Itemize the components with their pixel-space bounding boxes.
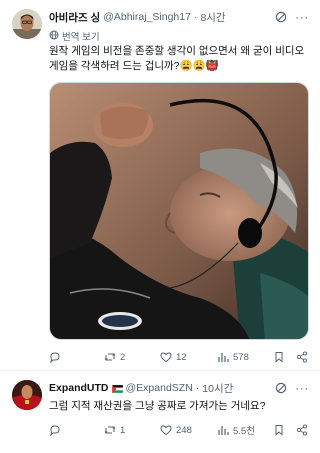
retweet-icon xyxy=(104,353,116,361)
timestamp[interactable]: 10시간 xyxy=(202,381,233,396)
tweet-text: 그럼 지적 재산권을 그냥 공짜로 가져가는 거네요? xyxy=(49,399,309,414)
tweet-image[interactable] xyxy=(49,82,309,340)
display-name[interactable]: ExpandUTD xyxy=(49,382,109,394)
views-button[interactable]: 578 xyxy=(217,350,249,364)
bookmark-button[interactable] xyxy=(273,423,285,437)
tweet-text-line: 원작 게임의 비전을 존중할 생각이 없으면서 왜 굳이 비디오 xyxy=(49,45,305,57)
retweet-button[interactable]: 1 xyxy=(104,423,125,437)
time-separator: · xyxy=(193,11,198,23)
more-icon[interactable]: ··· xyxy=(295,10,309,24)
avatar[interactable] xyxy=(12,380,42,410)
retweet-icon xyxy=(104,426,116,434)
like-button[interactable]: 12 xyxy=(160,350,187,364)
flag-icon xyxy=(111,384,123,394)
reply-icon xyxy=(50,425,60,436)
time-separator: · xyxy=(195,382,200,394)
more-icon[interactable]: ··· xyxy=(295,381,309,395)
like-count: 12 xyxy=(176,351,187,363)
handle[interactable]: @Abhiraj_Singh17 xyxy=(103,11,191,23)
tweet-actions: 2 12 578 xyxy=(49,350,310,364)
tweet-header: ExpandUTD @ExpandSZN · 10시간 xyxy=(49,381,233,395)
grok-icon[interactable] xyxy=(274,381,288,395)
views-icon xyxy=(218,353,229,362)
reply-button[interactable] xyxy=(49,350,65,364)
share-button[interactable] xyxy=(296,423,308,437)
view-count: 5.5천 xyxy=(233,426,255,437)
tweet-header: 아비라즈 싱 @Abhiraj_Singh17 · 8시간 xyxy=(49,10,226,24)
views-icon xyxy=(218,426,229,435)
tweet-text: 원작 게임의 비전을 존중할 생각이 없으면서 왜 굳이 비디오 게임을 각색하… xyxy=(49,44,309,74)
share-button[interactable] xyxy=(296,350,308,364)
timestamp[interactable]: 8시간 xyxy=(200,10,225,25)
translate-label: 번역 보기 xyxy=(62,32,100,43)
reply-button[interactable] xyxy=(49,423,65,437)
bookmark-icon xyxy=(275,352,283,363)
grok-icon[interactable] xyxy=(274,10,288,24)
translate-link[interactable]: 번역 보기 xyxy=(49,29,100,43)
view-count: 578 xyxy=(233,351,249,363)
bookmark-icon xyxy=(275,425,283,436)
handle[interactable]: @ExpandSZN xyxy=(126,382,193,394)
like-button[interactable]: 248 xyxy=(160,423,192,437)
retweet-button[interactable]: 2 xyxy=(104,350,125,364)
avatar[interactable] xyxy=(12,9,42,39)
tweet-text-line: 그럼 지적 재산권을 그냥 공짜로 가져가는 거네요? xyxy=(49,400,266,412)
like-count: 248 xyxy=(176,424,192,436)
share-icon xyxy=(296,424,308,436)
retweet-count: 2 xyxy=(120,351,126,363)
bookmark-button[interactable] xyxy=(273,350,285,364)
heart-icon xyxy=(160,425,172,436)
display-name[interactable]: 아비라즈 싱 xyxy=(49,10,100,25)
retweet-count: 1 xyxy=(120,424,126,436)
share-icon xyxy=(296,351,308,363)
reply-icon xyxy=(50,352,60,363)
tweet-text-line: 게임을 각색하려 드는 겁니까?😩😩👹 xyxy=(49,60,219,72)
tweet-actions: 1 248 5.5천 xyxy=(49,423,310,437)
heart-icon xyxy=(160,352,172,363)
globe-icon xyxy=(49,30,59,43)
views-button[interactable]: 5.5천 xyxy=(217,423,255,437)
